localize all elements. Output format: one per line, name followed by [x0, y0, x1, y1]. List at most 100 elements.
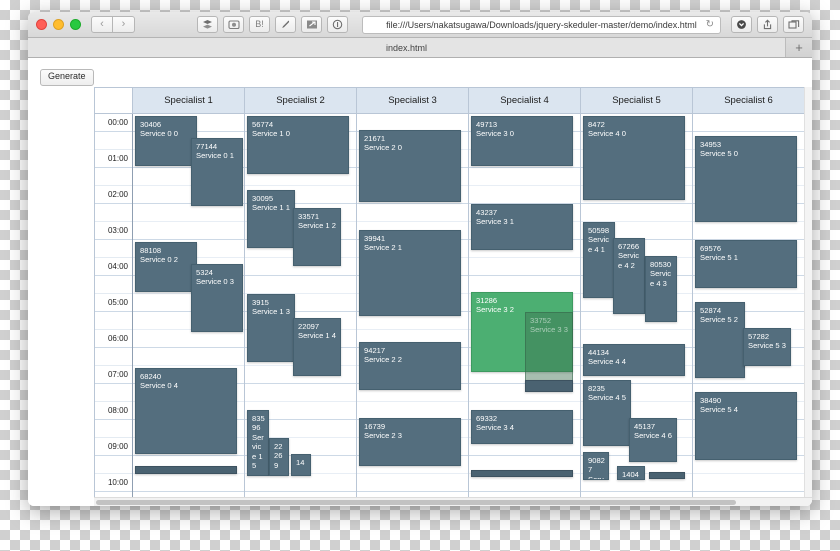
back-button[interactable]: ‹ [91, 16, 113, 33]
close-window-button[interactable] [36, 19, 47, 30]
time-label-0600: 06:00 [95, 330, 132, 348]
time-slot[interactable] [245, 474, 356, 492]
horizontal-scrollbar-thumb[interactable] [96, 500, 736, 505]
time-slot[interactable] [581, 204, 692, 222]
time-slot[interactable] [133, 474, 244, 492]
event-id: 56774 [252, 120, 274, 129]
info-icon[interactable] [327, 16, 348, 33]
event-68240[interactable]: 68240 Service 0 4 [135, 368, 237, 454]
forward-button[interactable]: › [113, 16, 135, 33]
event-service: Service 0 4 [140, 381, 178, 391]
zoom-window-button[interactable] [70, 19, 81, 30]
event-21671[interactable]: 21671 Service 2 0 [359, 130, 461, 202]
event-49713[interactable]: 49713 Service 3 0 [471, 116, 573, 166]
time-label-half [95, 132, 132, 150]
schedule-column-specialist-2[interactable]: 56774 Service 1 0 30095 Service 1 1 33571 Ser… [245, 114, 357, 506]
event-partial[interactable] [649, 472, 685, 479]
event-service: Service 5 0 [700, 149, 738, 159]
event-service: Service 1 4 [298, 331, 336, 341]
event-34953[interactable]: 34953 Service 5 0 [695, 136, 797, 222]
event-43237[interactable]: 43237 Service 3 1 [471, 204, 573, 250]
event-50598[interactable]: 50598 Service 4 1 [583, 222, 615, 298]
event-30095[interactable]: 30095 Service 1 1 [247, 190, 295, 248]
event-30406[interactable]: 30406 Service 0 0 [135, 116, 197, 166]
time-slot[interactable] [133, 330, 244, 348]
event-16739[interactable]: 16739 Service 2 3 [359, 418, 461, 466]
time-slot[interactable] [133, 348, 244, 366]
vertical-scrollbar[interactable] [804, 87, 812, 497]
event-id: 14 [296, 458, 305, 467]
schedule-column-specialist-3[interactable]: 21671 Service 2 0 39941 Service 2 1 94217 Ser… [357, 114, 469, 506]
time-slot[interactable] [245, 384, 356, 402]
camera-icon[interactable] [223, 16, 244, 33]
event-service: Service 5 1 [700, 253, 738, 263]
time-slot[interactable] [245, 276, 356, 294]
pipette-icon[interactable] [275, 16, 296, 33]
time-label-0200: 02:00 [95, 186, 132, 204]
event-45137[interactable]: 45137 Service 4 6 [629, 418, 677, 462]
event-service: Service 1 5 [252, 432, 264, 471]
new-tab-button[interactable]: + [786, 38, 812, 57]
time-slot[interactable] [133, 204, 244, 222]
event-90827[interactable]: 90827Servi [583, 452, 609, 480]
share-icon[interactable] [757, 16, 778, 33]
event-5324[interactable]: 5324 Service 0 3 [191, 264, 243, 332]
event-77144[interactable]: 77144 Service 0 1 [191, 138, 243, 206]
horizontal-scrollbar[interactable] [94, 497, 812, 506]
schedule-column-specialist-5[interactable]: 8472 Service 4 0 50598 Service 4 1 67266 Serv… [581, 114, 693, 506]
event-69332[interactable]: 69332 Service 3 4 [471, 410, 573, 444]
event-57282[interactable]: 57282 Service 5 3 [743, 328, 791, 366]
event-83596[interactable]: 83596 Service 1 5 [247, 410, 269, 476]
time-slot[interactable] [693, 114, 804, 132]
scheduler: Specialist 1 Specialist 2 Specialist 3 Spec… [94, 87, 805, 506]
share-arrow-icon[interactable] [301, 16, 322, 33]
reload-icon[interactable]: ↻ [706, 19, 714, 30]
event-partial[interactable] [525, 380, 573, 392]
event-3915[interactable]: 3915 Service 1 3 [247, 294, 295, 362]
time-slot[interactable] [693, 474, 804, 492]
event-partial[interactable] [471, 470, 573, 477]
time-slot[interactable] [133, 222, 244, 240]
pocket-icon[interactable] [731, 16, 752, 33]
time-slot[interactable] [469, 168, 580, 186]
event-94217[interactable]: 94217 Service 2 2 [359, 342, 461, 390]
event-id: 68240 [140, 372, 162, 381]
event-partial[interactable] [135, 466, 237, 474]
time-label-half [95, 456, 132, 474]
event-22269[interactable]: 22269 [269, 438, 289, 476]
time-slot[interactable] [469, 258, 580, 276]
event-33571[interactable]: 33571 Service 1 2 [293, 208, 341, 266]
stack-icon[interactable] [197, 16, 218, 33]
event-22097[interactable]: 22097 Service 1 4 [293, 318, 341, 376]
event-service: Service 3 1 [476, 217, 514, 227]
event-8472[interactable]: 8472 Service 4 0 [583, 116, 685, 200]
generate-button[interactable]: Generate [40, 69, 94, 86]
time-slot[interactable] [693, 222, 804, 240]
schedule-column-specialist-1[interactable]: 30406 Service 0 0 77144 Service 0 1 88108 Ser… [133, 114, 245, 506]
address-bar[interactable]: file:///Users/nakatsugawa/Downloads/jque… [362, 15, 721, 34]
event-38490[interactable]: 38490 Service 5 4 [695, 392, 797, 460]
event-80530[interactable]: 80530 Service 4 3 [645, 256, 677, 322]
event-1404[interactable]: 1404 [617, 466, 645, 480]
event-52874[interactable]: 52874 Service 5 2 [695, 302, 745, 378]
event-service: Service 5 2 [700, 315, 738, 325]
tabs-icon[interactable] [783, 16, 804, 33]
time-label-0800: 08:00 [95, 402, 132, 420]
time-slot[interactable] [357, 474, 468, 492]
event-69576[interactable]: 69576 Service 5 1 [695, 240, 797, 288]
event-44134[interactable]: 44134 Service 4 4 [583, 344, 685, 376]
event-39941[interactable]: 39941 Service 2 1 [359, 230, 461, 316]
event-56774[interactable]: 56774 Service 1 0 [247, 116, 349, 174]
schedule-column-specialist-6[interactable]: 34953 Service 5 0 69576 Service 5 1 52874 Ser… [693, 114, 805, 506]
time-slot[interactable] [469, 186, 580, 204]
bang-icon[interactable]: B! [249, 16, 270, 33]
time-slot[interactable] [357, 204, 468, 222]
event-88108[interactable]: 88108 Service 0 2 [135, 242, 197, 292]
event-14[interactable]: 14 [291, 454, 311, 476]
event-service: Service 1 2 [298, 221, 336, 231]
minimize-window-button[interactable] [53, 19, 64, 30]
event-8235[interactable]: 8235 Service 4 5 [583, 380, 631, 446]
tab-index-html[interactable]: index.html [28, 38, 786, 57]
schedule-column-specialist-4[interactable]: 49713 Service 3 0 43237 Service 3 1 31286 Ser… [469, 114, 581, 506]
event-67266[interactable]: 67266 Service 4 2 [613, 238, 645, 314]
